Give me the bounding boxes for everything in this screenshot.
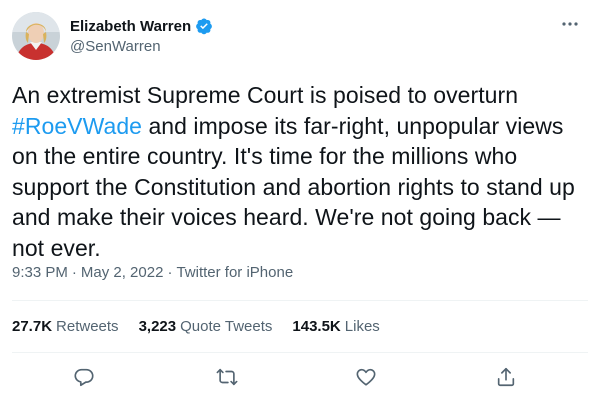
- hashtag-link[interactable]: #RoeVWade: [12, 113, 142, 139]
- likes-label: Likes: [344, 317, 380, 335]
- divider: [12, 300, 588, 301]
- tweet-source[interactable]: Twitter for iPhone: [176, 264, 293, 281]
- tweet-stats: 27.7K Retweets 3,223 Quote Tweets 143.5K…: [12, 316, 400, 336]
- author-names: Elizabeth Warren @SenWarren: [70, 16, 213, 55]
- reply-icon[interactable]: [73, 366, 95, 388]
- tweet-card: Elizabeth Warren @SenWarren An extremist…: [0, 0, 600, 406]
- likes-count: 143.5K: [292, 317, 341, 335]
- retweets-label: Retweets: [56, 317, 119, 335]
- likes-stat[interactable]: 143.5K Likes: [292, 318, 379, 335]
- user-handle[interactable]: @SenWarren: [70, 38, 213, 55]
- tweet-date[interactable]: May 2, 2022: [81, 264, 164, 281]
- display-name[interactable]: Elizabeth Warren: [70, 18, 191, 35]
- meta-separator: ·: [167, 263, 173, 281]
- divider: [12, 352, 588, 353]
- quote-tweets-count: 3,223: [138, 317, 177, 335]
- tweet-header: Elizabeth Warren @SenWarren: [12, 12, 588, 68]
- quote-tweets-stat[interactable]: 3,223 Quote Tweets: [139, 318, 273, 335]
- quote-tweets-label: Quote Tweets: [180, 317, 273, 335]
- retweet-icon[interactable]: [216, 366, 238, 388]
- display-name-row: Elizabeth Warren: [70, 16, 213, 36]
- tweet-actions: [0, 362, 600, 392]
- heart-icon[interactable]: [355, 366, 377, 388]
- tweet-time[interactable]: 9:33 PM: [12, 264, 68, 281]
- avatar[interactable]: [12, 12, 60, 60]
- avatar-image: [12, 12, 60, 60]
- share-icon[interactable]: [495, 366, 517, 388]
- verified-badge-icon: [195, 17, 213, 35]
- retweets-count: 27.7K: [12, 317, 53, 335]
- retweets-stat[interactable]: 27.7K Retweets: [12, 318, 119, 335]
- tweet-meta: 9:33 PM · May 2, 2022 · Twitter for iPho…: [12, 262, 293, 282]
- tweet-text: An extremist Supreme Court is poised to …: [12, 80, 588, 263]
- more-options-icon[interactable]: [556, 14, 584, 34]
- tweet-text-part-1: An extremist Supreme Court is poised to …: [12, 82, 519, 108]
- meta-separator: ·: [71, 263, 77, 281]
